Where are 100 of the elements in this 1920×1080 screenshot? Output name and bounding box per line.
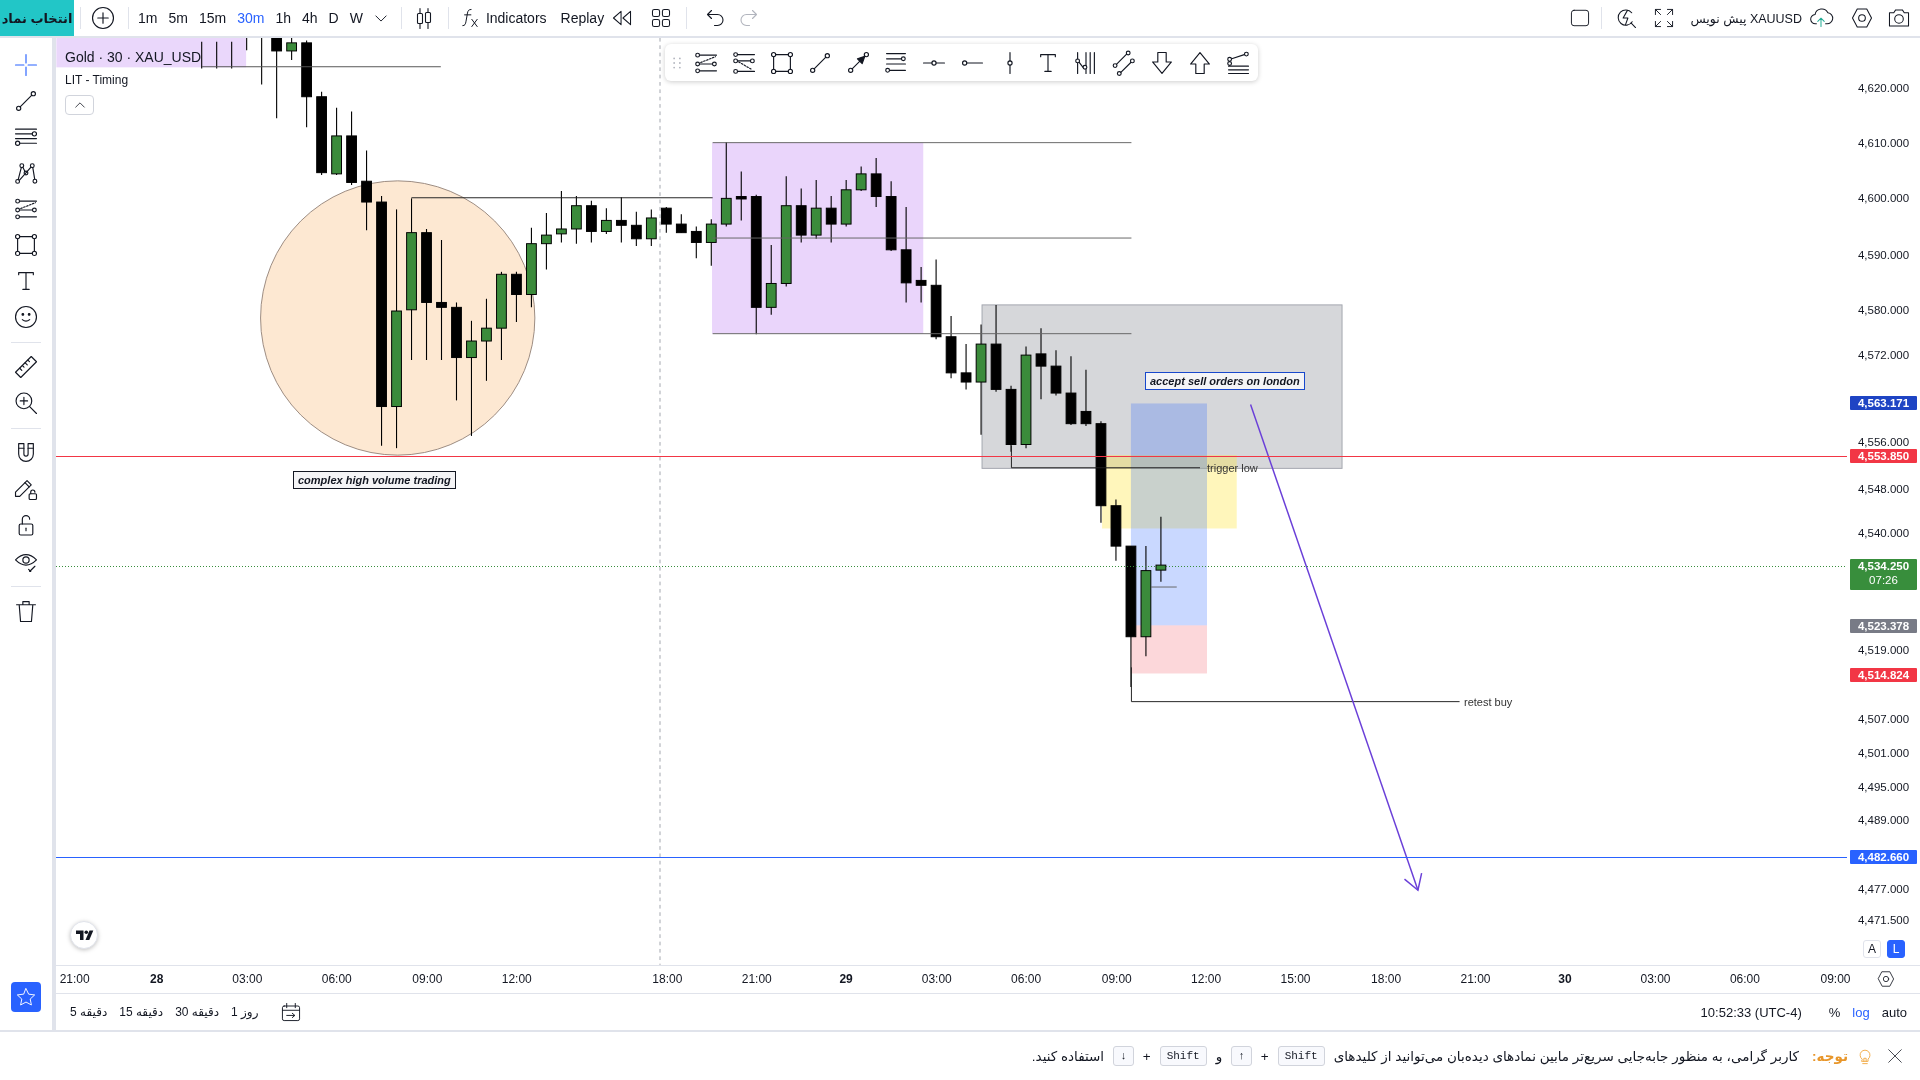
- notice-text: +: [1142, 1048, 1151, 1064]
- logo-icon[interactable]: [70, 921, 98, 949]
- time-label: 21:00: [741, 972, 772, 986]
- time-label: 06:00: [321, 972, 352, 986]
- time-label: 28: [150, 972, 164, 986]
- indicators-button[interactable]: Indicators: [460, 3, 547, 33]
- scale-button[interactable]: L: [1887, 940, 1905, 958]
- ruler-icon[interactable]: [15, 356, 37, 378]
- price-label: 4,495.000: [1856, 781, 1911, 794]
- price-label: 4,477.000: [1856, 882, 1911, 895]
- interval-button[interactable]: 1m: [133, 3, 163, 33]
- clock-label[interactable]: 10:52:33 (UTC-4): [1700, 1004, 1802, 1020]
- favorites-button[interactable]: [11, 982, 41, 1012]
- notice-text: +: [1260, 1048, 1269, 1064]
- time-label: 18:00: [1371, 972, 1402, 986]
- price-tag: 4,514.824: [1850, 668, 1917, 682]
- smiley-icon[interactable]: [15, 306, 37, 328]
- horizontal-levels-icon[interactable]: [15, 126, 37, 148]
- time-label: 29: [839, 972, 853, 986]
- interval-button[interactable]: W: [344, 3, 368, 33]
- countdown-timer: 07:26: [1869, 573, 1898, 588]
- zoom-in-icon[interactable]: [15, 392, 37, 414]
- replay-button[interactable]: Replay: [560, 3, 632, 33]
- price-label: 4,620.000: [1856, 82, 1911, 95]
- price-label: 4,572.000: [1856, 349, 1911, 362]
- notice-text: استفاده کنید.: [1031, 1048, 1105, 1064]
- scale-option[interactable]: log: [1849, 999, 1873, 1025]
- price-label: 4,489.000: [1856, 814, 1911, 827]
- layout-name[interactable]: پیش نویس XAUUSD: [1690, 10, 1802, 26]
- plus-circle-icon[interactable]: [92, 7, 114, 29]
- calendar-icon[interactable]: [282, 1003, 301, 1021]
- symbol-search-button[interactable]: انتخاب نماد: [0, 0, 74, 36]
- time-label: 06:00: [1729, 972, 1760, 986]
- fullscreen-icon[interactable]: [1655, 9, 1674, 27]
- rectangle-icon[interactable]: [15, 234, 37, 256]
- scale-option[interactable]: auto: [1878, 999, 1910, 1025]
- time-label: 21:00: [59, 972, 90, 986]
- price-label: 4,600.000: [1856, 192, 1911, 205]
- chart-note: trigger low: [1207, 461, 1258, 475]
- price-label: 4,556.000: [1856, 436, 1911, 449]
- trash-icon[interactable]: [15, 600, 37, 622]
- price-label: 4,590.000: [1856, 248, 1911, 261]
- time-label: 09:00: [1101, 972, 1132, 986]
- lines-icon[interactable]: [1227, 51, 1249, 74]
- notice-label: توجه:: [1812, 1048, 1848, 1064]
- settings-icon[interactable]: [1878, 971, 1894, 987]
- cloud-upload-icon[interactable]: [1810, 7, 1832, 29]
- price-value: 4,534.250: [1857, 559, 1910, 573]
- close-icon[interactable]: [1888, 1049, 1902, 1063]
- price-label: 4,519.000: [1856, 644, 1911, 657]
- interval-button[interactable]: 5m: [163, 3, 193, 33]
- interval-button[interactable]: D: [323, 3, 344, 33]
- rewind-icon: [613, 9, 632, 27]
- star-icon: [17, 988, 35, 1006]
- interval-button[interactable]: 30m: [232, 3, 270, 33]
- interval-button[interactable]: 4h: [296, 3, 323, 33]
- function-icon: [460, 9, 479, 27]
- camera-icon[interactable]: [1889, 8, 1909, 28]
- pattern-icon[interactable]: [15, 162, 37, 184]
- keyboard-key: ↑: [1231, 1046, 1252, 1066]
- magnet-icon[interactable]: [15, 442, 37, 464]
- interval-button[interactable]: 1h: [270, 3, 296, 33]
- price-label: 4,507.000: [1856, 712, 1911, 725]
- time-label: 15:00: [1280, 972, 1311, 986]
- trend-line-icon[interactable]: [15, 90, 37, 112]
- arrow-up-icon[interactable]: [1189, 51, 1211, 74]
- candlestick-icon[interactable]: [416, 7, 431, 29]
- keyboard-key: Shift: [1277, 1046, 1325, 1066]
- interval-button[interactable]: 15m: [193, 3, 232, 33]
- notice-text: کاربر گرامی، به منظور جابه‌جایی سریع‌تر مابین نمادهای دیده‌بان می‌توانید از کلیدهای: [1333, 1048, 1800, 1064]
- price-label: 4,540.000: [1856, 526, 1911, 539]
- keyboard-key: Shift: [1159, 1046, 1207, 1066]
- scale-option[interactable]: %: [1825, 999, 1844, 1025]
- price-label: 4,501.000: [1856, 747, 1911, 760]
- quick-search-icon[interactable]: [1616, 8, 1637, 28]
- pencil-lock-icon[interactable]: [15, 478, 37, 500]
- price-tag: 4,563.171: [1850, 396, 1917, 410]
- settings-icon[interactable]: [1852, 8, 1872, 28]
- time-label: 12:00: [1191, 972, 1222, 986]
- time-label: 03:00: [232, 972, 263, 986]
- time-label: 03:00: [921, 972, 952, 986]
- keyboard-key: ↓: [1113, 1046, 1134, 1066]
- undo-icon[interactable]: [707, 10, 723, 26]
- channel-icon[interactable]: [15, 198, 37, 220]
- chevron-down-icon[interactable]: [374, 14, 387, 22]
- chart-note: accept sell orders on london: [1145, 372, 1305, 390]
- price-tag: 4,523.378: [1850, 619, 1917, 633]
- chart-note: retest buy: [1464, 695, 1513, 709]
- time-label: 12:00: [501, 972, 532, 986]
- time-label: 03:00: [1640, 972, 1671, 986]
- range-button[interactable]: 1 روز: [229, 999, 261, 1025]
- price-label: 4,610.000: [1856, 137, 1911, 150]
- scale-button[interactable]: A: [1863, 940, 1881, 958]
- layout-icon[interactable]: [1571, 9, 1590, 27]
- caret-icon: [74, 102, 85, 108]
- time-label: 06:00: [1011, 972, 1042, 986]
- range-button[interactable]: 30 دقیقه: [173, 999, 222, 1025]
- text-tool-icon[interactable]: [15, 270, 37, 292]
- lightbulb-icon: [1857, 1048, 1873, 1064]
- layout-grid-icon[interactable]: [652, 9, 671, 27]
